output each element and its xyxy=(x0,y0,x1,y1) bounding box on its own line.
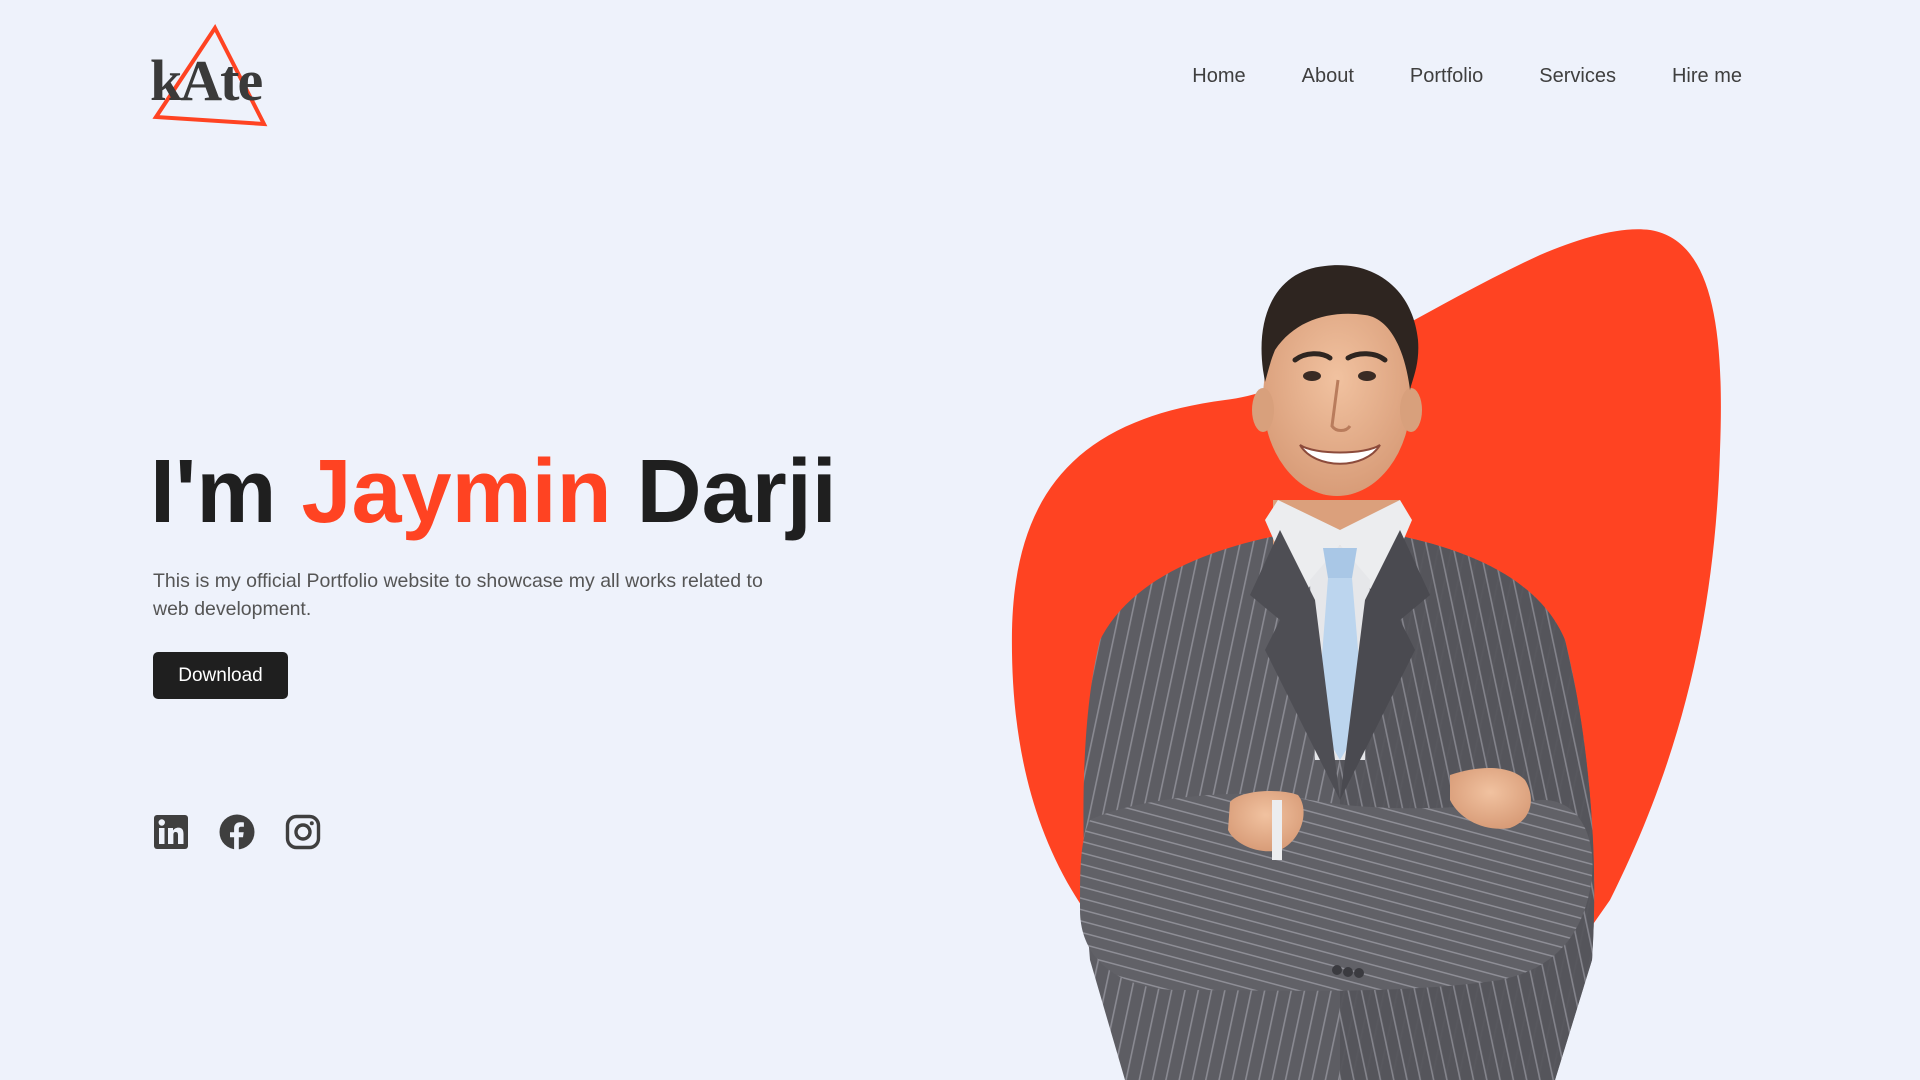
social-links xyxy=(153,814,321,850)
download-button[interactable]: Download xyxy=(153,652,288,699)
hero-last-name: Darji xyxy=(636,442,837,542)
site-logo[interactable]: kAte xyxy=(150,22,290,132)
logo-text: kAte xyxy=(150,48,262,113)
linkedin-icon[interactable] xyxy=(153,814,189,850)
main-nav: Home About Portfolio Services Hire me xyxy=(1192,64,1742,88)
nav-item-portfolio[interactable]: Portfolio xyxy=(1410,64,1483,88)
instagram-icon[interactable] xyxy=(285,814,321,850)
nav-item-about[interactable]: About xyxy=(1302,64,1354,88)
facebook-icon[interactable] xyxy=(219,814,255,850)
hero-portrait xyxy=(980,200,1740,1080)
hero-first-name: Jaymin xyxy=(301,442,612,542)
hero-title: I'm Jaymin Darji xyxy=(150,440,837,544)
nav-item-services[interactable]: Services xyxy=(1539,64,1616,88)
hero-description: This is my official Portfolio website to… xyxy=(153,570,763,620)
hero-greeting: I'm xyxy=(150,442,277,542)
nav-item-hire-me[interactable]: Hire me xyxy=(1672,64,1742,88)
nav-item-home[interactable]: Home xyxy=(1192,64,1245,88)
